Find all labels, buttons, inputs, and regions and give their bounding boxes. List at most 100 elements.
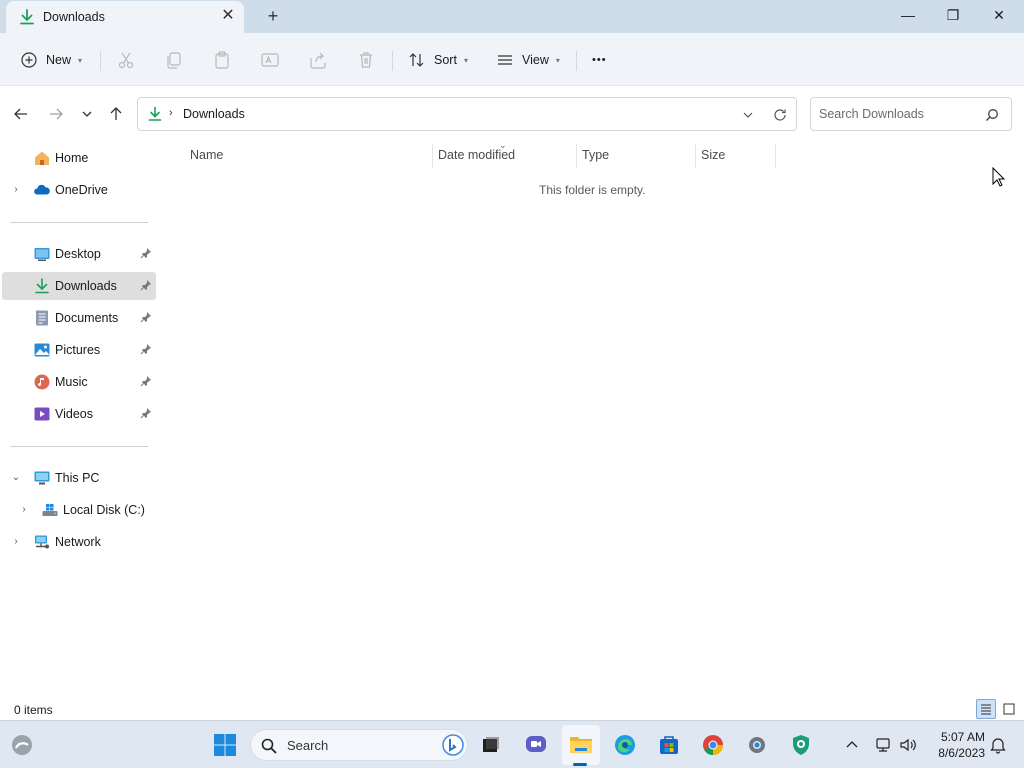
widgets-icon[interactable] — [8, 731, 36, 759]
onedrive-icon — [33, 181, 51, 199]
paste-icon[interactable] — [212, 50, 232, 70]
edge-icon[interactable] — [611, 731, 639, 759]
store-icon[interactable] — [655, 731, 683, 759]
chevron-right-icon[interactable]: › — [18, 504, 30, 516]
chevron-up-icon[interactable] — [838, 731, 866, 759]
toolbar-divider — [392, 51, 393, 71]
search-icon[interactable] — [983, 106, 1001, 124]
empty-folder-message: This folder is empty. — [539, 183, 646, 197]
recent-locations-icon[interactable] — [76, 103, 98, 125]
sort-button[interactable]: Sort ▾ — [408, 47, 468, 73]
documents-icon — [33, 309, 51, 327]
sidebar-item-desktop[interactable]: Desktop — [2, 240, 156, 268]
share-icon[interactable] — [308, 50, 328, 70]
more-options-button[interactable]: ••• — [592, 47, 607, 73]
sidebar-item-videos[interactable]: Videos — [2, 400, 156, 428]
column-divider[interactable] — [695, 144, 696, 168]
search-input[interactable] — [819, 106, 979, 122]
column-divider[interactable] — [576, 144, 577, 168]
pin-icon — [140, 311, 152, 323]
chevron-right-icon[interactable]: › — [10, 536, 22, 548]
forward-arrow-icon[interactable] — [45, 103, 67, 125]
tab-downloads[interactable]: Downloads ✕ — [6, 1, 244, 33]
back-arrow-icon[interactable] — [10, 103, 32, 125]
rename-icon[interactable] — [260, 50, 280, 70]
breadcrumb-downloads[interactable]: Downloads — [183, 107, 245, 121]
cut-icon[interactable] — [116, 50, 136, 70]
toolbar-divider — [100, 51, 101, 71]
chevron-down-icon: ▾ — [78, 55, 83, 65]
new-tab-button[interactable]: + — [262, 5, 284, 27]
start-icon[interactable] — [211, 731, 239, 759]
column-header-type[interactable]: Type — [582, 148, 609, 170]
sidebar-item-network[interactable]: › Network — [2, 528, 156, 556]
copy-icon[interactable] — [164, 50, 184, 70]
task-view-icon[interactable] — [477, 731, 505, 759]
sidebar-item-home[interactable]: Home — [2, 144, 156, 172]
title-bar: Downloads ✕ + — ❐ ✕ — [0, 0, 1024, 33]
download-icon — [147, 106, 163, 122]
chevron-down-icon[interactable]: ⌄ — [10, 472, 22, 484]
new-button[interactable]: New ▾ — [20, 47, 82, 73]
pin-icon — [140, 375, 152, 387]
maximize-button[interactable]: ❐ — [930, 0, 976, 30]
sidebar-item-this-pc[interactable]: ⌄ This PC — [2, 464, 156, 492]
breadcrumb-chevron-icon[interactable]: › — [169, 107, 173, 119]
file-list[interactable]: ⌄ Name Date modified Type Size This fold… — [156, 140, 1024, 690]
view-icon — [496, 51, 514, 69]
sidebar-item-documents[interactable]: Documents — [2, 304, 156, 332]
sort-icon — [408, 51, 426, 69]
sidebar-item-downloads[interactable]: Downloads — [2, 272, 156, 300]
tiles-view-icon[interactable] — [999, 699, 1019, 719]
search-box[interactable] — [810, 97, 1012, 131]
clock-date: 8/6/2023 — [938, 746, 985, 760]
sidebar-item-pictures[interactable]: Pictures — [2, 336, 156, 364]
pictures-icon — [33, 341, 51, 359]
plus-circle-icon — [20, 51, 38, 69]
chevron-right-icon[interactable]: › — [10, 184, 22, 196]
bing-icon[interactable] — [441, 733, 465, 760]
column-header-date-modified[interactable]: Date modified — [438, 148, 515, 170]
file-explorer-icon[interactable] — [567, 731, 595, 759]
search-icon — [261, 738, 277, 757]
column-header-size[interactable]: Size — [701, 148, 725, 170]
sidebar-item-label: OneDrive — [55, 183, 108, 197]
address-row: › Downloads — [0, 86, 1024, 140]
chrome-icon[interactable] — [699, 731, 727, 759]
notifications-icon[interactable] — [984, 731, 1012, 759]
column-divider[interactable] — [775, 144, 776, 168]
volume-icon[interactable] — [894, 731, 922, 759]
details-view-icon[interactable] — [976, 699, 996, 719]
sidebar-item-label: Pictures — [55, 343, 101, 357]
videos-icon — [33, 405, 51, 423]
security-icon[interactable] — [787, 731, 815, 759]
taskbar: Search 5:07 AM 8/6/2023 — [0, 720, 1024, 768]
settings-icon[interactable] — [743, 731, 771, 759]
sidebar-item-music[interactable]: Music — [2, 368, 156, 396]
view-button[interactable]: View ▾ — [496, 47, 560, 73]
sidebar-divider — [10, 222, 148, 223]
download-icon — [18, 8, 36, 26]
column-divider[interactable] — [432, 144, 433, 168]
sidebar-item-label: Network — [55, 535, 101, 549]
sidebar-item-label: Downloads — [55, 279, 117, 293]
close-tab-icon[interactable]: ✕ — [218, 6, 238, 26]
address-bar[interactable]: › Downloads — [137, 97, 797, 131]
sidebar-item-local-disk[interactable]: › Local Disk (C:) — [2, 496, 156, 524]
column-header-name[interactable]: Name — [190, 148, 223, 170]
close-window-button[interactable]: ✕ — [976, 0, 1022, 30]
minimize-button[interactable]: — — [885, 0, 931, 30]
sidebar-item-label: Music — [55, 375, 88, 389]
item-count: 0 items — [14, 703, 53, 717]
pin-icon — [140, 343, 152, 355]
up-arrow-icon[interactable] — [105, 103, 127, 125]
chevron-down-icon[interactable] — [738, 105, 758, 125]
chat-icon[interactable] — [522, 731, 550, 759]
sidebar-item-onedrive[interactable]: › OneDrive — [2, 176, 156, 204]
mouse-cursor-icon — [992, 166, 1006, 190]
refresh-icon[interactable] — [770, 105, 790, 125]
taskbar-search[interactable]: Search — [250, 729, 468, 761]
toolbar-divider — [576, 51, 577, 71]
delete-icon[interactable] — [356, 50, 376, 70]
system-clock[interactable]: 5:07 AM 8/6/2023 — [925, 729, 985, 761]
